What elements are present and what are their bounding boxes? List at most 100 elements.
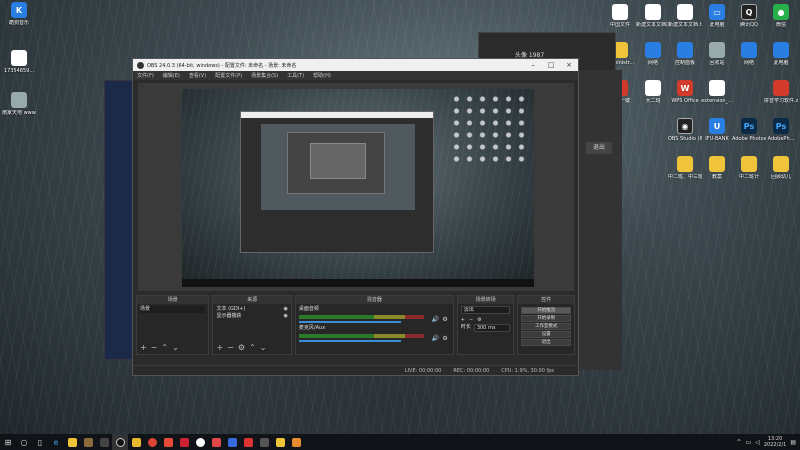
exit-button[interactable]: 退出 bbox=[521, 339, 571, 346]
move-down-icon[interactable]: ⌄ bbox=[260, 343, 267, 352]
desktop-icon-qq[interactable]: Q 腾讯QQ bbox=[732, 4, 766, 38]
app-icon[interactable] bbox=[272, 434, 288, 450]
maximize-icon[interactable]: □ bbox=[542, 61, 560, 69]
desktop-icon-ws3[interactable]: 控制面板 bbox=[668, 42, 702, 76]
desktop-icon-image-icon[interactable]: 雨家天地 www.dyfl... bbox=[2, 92, 36, 126]
add-icon[interactable]: + bbox=[216, 343, 223, 352]
desktop-icon-doc2[interactable]: 新建文本文档(3).txt bbox=[636, 4, 670, 38]
app-icon[interactable] bbox=[160, 434, 176, 450]
app-icon[interactable] bbox=[176, 434, 192, 450]
exit-button[interactable]: 退出 bbox=[586, 142, 612, 154]
preview-desktop-icons bbox=[450, 93, 530, 163]
app-icon[interactable] bbox=[96, 434, 112, 450]
taskbar: ⊞ ○ ▯ e ^ ▭ ◁ 13:20 2022/2/1 ▤ bbox=[0, 434, 800, 450]
desktop-icon-ws10[interactable]: extension_... bbox=[700, 80, 734, 114]
edge-icon[interactable]: e bbox=[48, 434, 64, 450]
studio-mode-button[interactable]: 工作室模式 bbox=[521, 323, 571, 330]
desktop-icon-doc3[interactable]: 新建文本文档.txt bbox=[668, 4, 702, 38]
app-icon[interactable] bbox=[192, 434, 208, 450]
app-icon[interactable] bbox=[256, 434, 272, 450]
menu-tools[interactable]: 工具(T) bbox=[287, 72, 304, 79]
qq-icon: Q bbox=[741, 4, 757, 20]
app-icon[interactable] bbox=[80, 434, 96, 450]
speaker-icon[interactable]: 🔊 bbox=[432, 316, 439, 323]
add-icon[interactable]: + bbox=[461, 317, 465, 324]
desktop-icon-ws11[interactable]: 拼音学习软件.zip bbox=[764, 80, 798, 114]
chevron-up-icon[interactable]: ^ bbox=[737, 439, 742, 446]
add-icon[interactable]: + bbox=[140, 343, 147, 352]
desktop-icon-ws19[interactable]: 回顾幼儿 bbox=[764, 156, 798, 190]
app-icon[interactable] bbox=[288, 434, 304, 450]
desktop-icon-label: 中二班、中三班周重计 bbox=[668, 174, 702, 180]
task-view-icon[interactable]: ▯ bbox=[32, 434, 48, 450]
minimize-icon[interactable]: – bbox=[524, 61, 542, 69]
menu-scene-collection[interactable]: 场景集合(S) bbox=[251, 72, 278, 79]
eye-icon[interactable]: ◉ bbox=[284, 313, 288, 320]
desktop-icon-ws14[interactable]: Ps Adobe Photosh... bbox=[732, 118, 766, 152]
gear-icon[interactable]: ⚙ bbox=[442, 316, 447, 323]
desktop-icon-ws15[interactable]: Ps AdobePh... bbox=[764, 118, 798, 152]
app-icon[interactable] bbox=[128, 434, 144, 450]
remove-icon[interactable]: − bbox=[151, 343, 158, 352]
volume-slider[interactable] bbox=[298, 340, 402, 342]
volume-slider[interactable] bbox=[298, 321, 402, 323]
settings-button[interactable]: 设置 bbox=[521, 331, 571, 338]
desktop-icon-ws6[interactable]: 此电脑 bbox=[764, 42, 798, 76]
remove-icon[interactable]: − bbox=[469, 317, 473, 324]
obs-logo-icon bbox=[137, 61, 144, 69]
desktop-icon-ws4[interactable]: 回收站 bbox=[700, 42, 734, 76]
desktop-icon-ws17[interactable]: 教案 bbox=[700, 156, 734, 190]
move-down-icon[interactable]: ⌄ bbox=[172, 343, 179, 352]
menu-file[interactable]: 文件(F) bbox=[137, 72, 154, 79]
network-icon[interactable]: ▭ bbox=[746, 439, 752, 446]
start-icon[interactable]: ⊞ bbox=[0, 434, 16, 450]
folder-icon[interactable] bbox=[64, 434, 80, 450]
preview-area[interactable] bbox=[138, 83, 574, 291]
desktop-icon-kugou-icon[interactable]: K 酷狗音乐 bbox=[2, 2, 36, 36]
scene-item[interactable]: 场景 bbox=[140, 306, 206, 313]
desktop-icon-pc[interactable]: ▭ 此电脑 bbox=[700, 4, 734, 38]
menu-profile[interactable]: 配置文件(P) bbox=[215, 72, 242, 79]
volume-icon[interactable]: ◁ bbox=[755, 439, 760, 446]
desktop-icon-ws5[interactable]: 网络 bbox=[732, 42, 766, 76]
obs-window[interactable]: OBS 24.0.3 (64-bit, windows) - 配置文件: 未命名… bbox=[132, 58, 579, 376]
app-icon[interactable] bbox=[224, 434, 240, 450]
move-up-icon[interactable]: ⌃ bbox=[161, 343, 168, 352]
source-item[interactable]: 文本 (GDI+) ◉ bbox=[216, 306, 287, 313]
desktop-icon-ws18[interactable]: 中二班计 bbox=[732, 156, 766, 190]
menu-view[interactable]: 查看(V) bbox=[189, 72, 206, 79]
desktop-icon-ws2[interactable]: 网络 bbox=[636, 42, 670, 76]
desktop-icon-ws13[interactable]: U IFU-BANK bbox=[700, 118, 734, 152]
wps-icon[interactable] bbox=[240, 434, 256, 450]
obs-taskbar-icon[interactable] bbox=[112, 434, 128, 450]
move-up-icon[interactable]: ⌃ bbox=[249, 343, 256, 352]
clock[interactable]: 13:20 2022/2/1 bbox=[764, 436, 786, 448]
desktop-icon-wechat[interactable]: ● 微信 bbox=[764, 4, 798, 38]
remove-icon[interactable]: − bbox=[227, 343, 234, 352]
desktop-icon-label: 雨家天地 www.dyfl... bbox=[2, 110, 36, 116]
app-icon[interactable] bbox=[208, 434, 224, 450]
desktop-icon-ws8[interactable]: 大二班 bbox=[636, 80, 670, 114]
notification-icon[interactable]: ▤ bbox=[790, 439, 796, 446]
desktop-icon-file-icon[interactable]: 17354859... bbox=[2, 50, 36, 84]
menu-edit[interactable]: 编辑(E) bbox=[163, 72, 180, 79]
search-icon[interactable]: ○ bbox=[16, 434, 32, 450]
desktop-icon-ws16[interactable]: 中二班、中三班周重计 bbox=[668, 156, 702, 190]
close-icon[interactable]: × bbox=[560, 61, 578, 69]
transition-select[interactable]: 淡出 bbox=[460, 306, 511, 314]
desktop-icon-ws9[interactable]: W WPS Office bbox=[668, 80, 702, 114]
source-item[interactable]: 显示器捕获 ◉ bbox=[216, 313, 287, 320]
gear-icon[interactable]: ⚙ bbox=[238, 343, 245, 352]
gear-icon[interactable]: ⚙ bbox=[442, 335, 447, 342]
start-streaming-button[interactable]: 开始推流 bbox=[521, 307, 571, 314]
menu-help[interactable]: 帮助(H) bbox=[313, 72, 331, 79]
chrome-icon[interactable] bbox=[144, 434, 160, 450]
kugou-icon-icon: K bbox=[11, 2, 27, 18]
system-tray: ^ ▭ ◁ 13:20 2022/2/1 ▤ bbox=[737, 436, 800, 448]
desktop-icon-ws12[interactable]: ◉ OBS Studio (64bit) bbox=[668, 118, 702, 152]
speaker-icon[interactable]: 🔊 bbox=[432, 335, 439, 342]
duration-input[interactable]: 300 ms bbox=[473, 323, 511, 332]
eye-icon[interactable]: ◉ bbox=[284, 306, 288, 313]
obs-titlebar[interactable]: OBS 24.0.3 (64-bit, windows) - 配置文件: 未命名… bbox=[133, 59, 578, 71]
start-recording-button[interactable]: 开始录制 bbox=[521, 315, 571, 322]
